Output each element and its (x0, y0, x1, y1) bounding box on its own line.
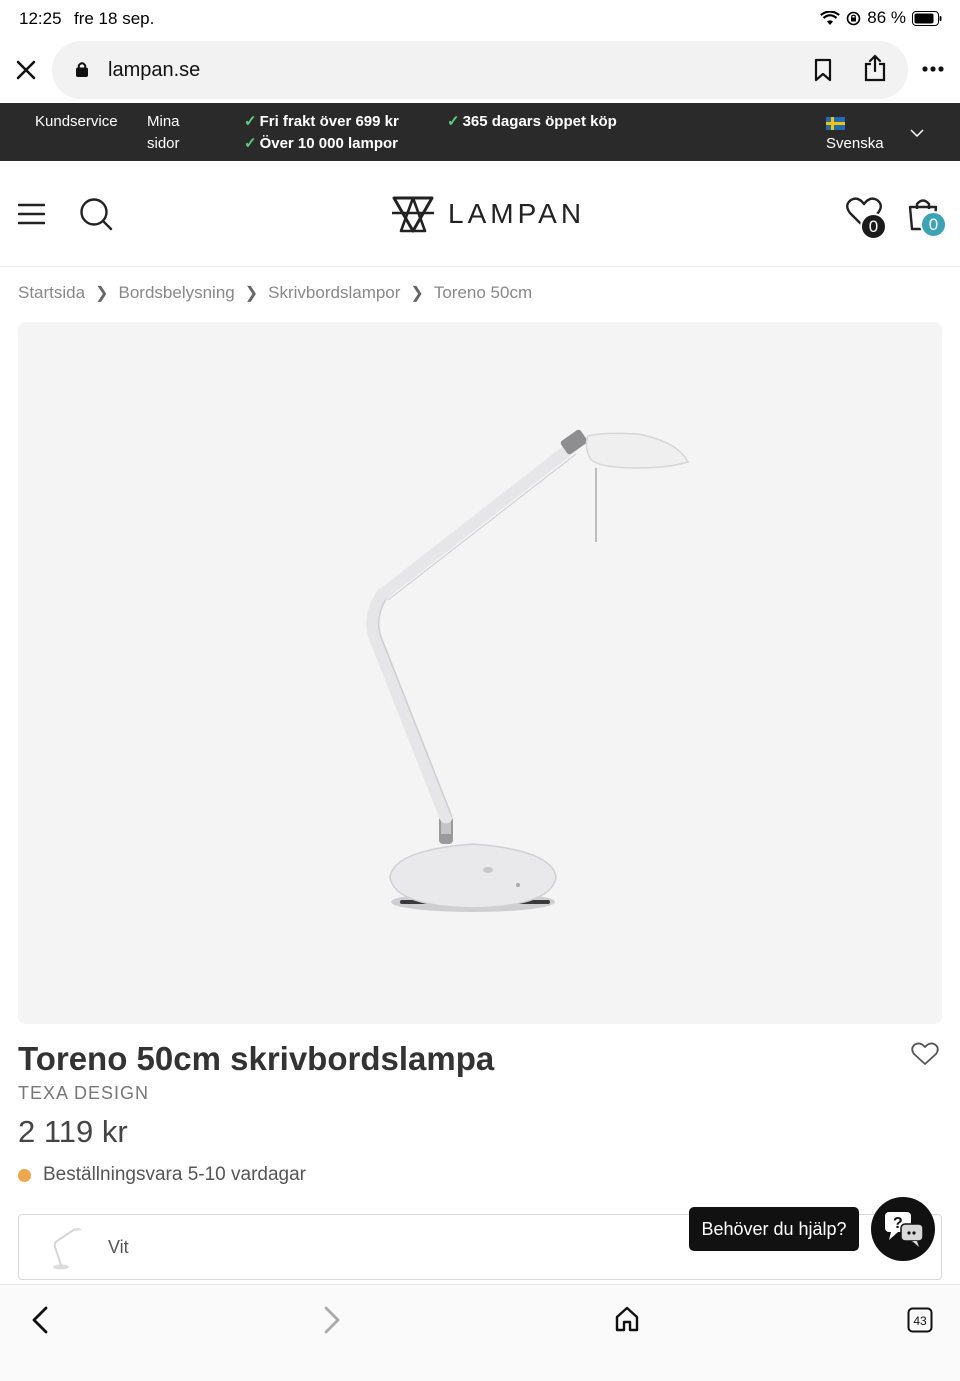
favorite-heart-icon[interactable] (911, 1042, 939, 1066)
usp-lamps-count: Över 10 000 lampor (259, 135, 398, 152)
browser-toolbar: lampan.se (0, 38, 960, 103)
orientation-lock-icon (846, 11, 861, 25)
bookmark-icon[interactable] (814, 58, 832, 82)
customer-service-link[interactable]: Kundservice (35, 111, 118, 133)
cart-button[interactable]: 0 (906, 197, 947, 238)
stock-status-dot-icon (18, 1168, 31, 1182)
usp-open-purchase-item: ✓ 365 dagars öppet köp (447, 111, 617, 133)
product-image-panel[interactable] (18, 322, 942, 1024)
back-button[interactable] (30, 1305, 50, 1340)
check-icon: ✓ (244, 135, 257, 152)
usp-list-left: ✓ Fri frakt över 699 kr ✓ Över 10 000 lamp… (244, 111, 399, 155)
lock-icon (76, 62, 88, 77)
url-text: lampan.se (108, 59, 201, 81)
hamburger-menu-icon[interactable] (18, 203, 45, 225)
product-brand[interactable]: TEXA DESIGN (18, 1083, 149, 1104)
search-icon[interactable] (79, 197, 113, 231)
usp-free-shipping: Fri frakt över 699 kr (259, 113, 399, 130)
breadcrumb-item-table-lighting[interactable]: Bordsbelysning (119, 283, 235, 303)
breadcrumb-item-current: Toreno 50cm (433, 283, 533, 302)
breadcrumb-item-desk-lamps[interactable]: Skrivbordslampor (268, 283, 400, 303)
tabs-button[interactable]: 43 (907, 1307, 933, 1338)
more-options-icon[interactable] (922, 66, 944, 72)
status-date: fre 18 sep. (74, 9, 155, 28)
logo-text: LAMPAN (448, 198, 586, 229)
tabs-count: 43 (913, 1314, 927, 1328)
usp-open-purchase: 365 dagars öppet köp (462, 113, 617, 130)
language-label[interactable]: Svenska (826, 133, 884, 155)
tabs-icon: 43 (907, 1307, 933, 1333)
lampan-logo[interactable]: LAMPAN (390, 195, 585, 233)
product-price: 2 119 kr (18, 1114, 128, 1149)
battery-icon (912, 10, 942, 26)
share-icon[interactable] (864, 54, 886, 82)
close-icon[interactable] (14, 58, 38, 82)
chevron-right-icon: ❯ (410, 285, 424, 302)
variant-label: Vit (108, 1237, 129, 1257)
logo-mark-icon (392, 196, 434, 233)
browser-bottom-bar: 43 (0, 1284, 960, 1381)
chevron-right-icon: ❯ (244, 285, 259, 302)
chat-question-icon: ? (885, 1212, 924, 1247)
swedish-flag-icon (826, 117, 845, 130)
stock-status: Beställningsvara 5-10 vardagar (18, 1164, 306, 1186)
chevron-down-icon[interactable] (910, 129, 924, 137)
variant-thumbnail (53, 1227, 82, 1270)
chevron-right-icon (324, 1306, 340, 1334)
address-bar[interactable]: lampan.se (52, 41, 908, 99)
breadcrumb: Startsida ❯ Bordsbelysning ❯ Skrivbordsl… (18, 283, 532, 303)
check-icon: ✓ (447, 113, 460, 130)
chat-support-button[interactable]: ? (871, 1197, 935, 1261)
my-pages-line1: Mina (147, 113, 180, 130)
status-bar: 12:25 fre 18 sep. 86 % (0, 0, 960, 38)
my-pages-link[interactable]: Mina sidor (147, 111, 180, 155)
forward-button[interactable] (322, 1305, 342, 1340)
product-title: Toreno 50cm skrivbordslampa (18, 1040, 495, 1077)
home-icon (615, 1306, 639, 1332)
cart-count-badge: 0 (920, 211, 947, 238)
help-chat-bubble[interactable]: Behöver du hjälp? (689, 1207, 859, 1251)
wifi-icon (820, 10, 841, 25)
status-indicators: 86 % (820, 8, 942, 28)
status-time: 12:25 (19, 9, 62, 28)
stock-status-text: Beställningsvara 5-10 vardagar (43, 1164, 306, 1185)
my-pages-line2: sidor (147, 135, 180, 152)
product-image (366, 429, 690, 912)
wishlist-count-badge: 0 (860, 213, 887, 240)
wishlist-button[interactable]: 0 (846, 197, 887, 240)
breadcrumb-item-home[interactable]: Startsida (18, 283, 85, 303)
chevron-left-icon (32, 1306, 48, 1334)
check-icon: ✓ (244, 113, 257, 130)
top-info-bar: Kundservice Mina sidor ✓ Fri frakt över 6… (0, 103, 960, 161)
battery-percent: 86 % (867, 8, 906, 27)
home-button[interactable] (614, 1306, 640, 1337)
chevron-right-icon: ❯ (95, 285, 109, 302)
site-header: LAMPAN 0 0 (0, 161, 960, 267)
